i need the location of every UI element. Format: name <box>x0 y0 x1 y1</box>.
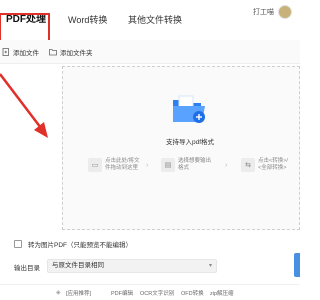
step-convert-text: 点击<转换>/ <全部转换> <box>258 158 288 171</box>
avatar[interactable] <box>278 5 292 19</box>
footer-link-app-recommend[interactable]: [应用推荐] <box>66 289 91 297</box>
chevron-right-icon: › <box>225 162 228 169</box>
add-file-icon <box>2 48 9 56</box>
chevron-down-icon: ▾ <box>208 263 212 269</box>
dropzone-hint: 支持导入pdf格式 <box>165 139 215 146</box>
convert-icon: ⇆ <box>241 158 255 172</box>
tab-other-convert[interactable]: 其他文件转换 <box>128 0 182 40</box>
footer-link-ofd[interactable]: OFD转换 <box>181 289 204 297</box>
step-choose-format-text: 选择想要输出 格式 <box>178 158 212 171</box>
toolbar: 添加文件 添加文件夹 <box>0 40 300 64</box>
step-choose-format: ▤ 选择想要输出 格式 <box>161 158 211 184</box>
output-dir-value: 与原文件目录相同 <box>52 262 104 269</box>
add-folder-label: 添加文件夹 <box>60 50 93 57</box>
side-tab[interactable] <box>294 253 300 277</box>
footer-link-pdf-edit[interactable]: PDF编辑 <box>111 289 133 297</box>
add-file-button[interactable]: 添加文件 <box>2 46 39 58</box>
footer-link-ocr[interactable]: OCR文字识别 <box>140 289 174 297</box>
format-icon: ▤ <box>161 158 175 172</box>
output-dir-label: 输出目录 <box>14 265 40 272</box>
step-import: ▭ 点击此处/将文 件拖动到这里 <box>88 158 140 184</box>
add-folder-icon <box>49 49 57 56</box>
tab-word-convert[interactable]: Word转换 <box>68 0 107 40</box>
user-name: 打工喵 <box>253 9 274 16</box>
add-file-label: 添加文件 <box>13 50 39 57</box>
drop-zone[interactable] <box>62 66 300 230</box>
to-image-pdf-option[interactable]: 转为图片PDF（只能预览不能编辑） <box>14 239 132 249</box>
footer: ◈ [应用推荐] PDF编辑 OCR文字识别 OFD转换 zip解压缩 <box>0 284 300 300</box>
red-arrow-icon <box>0 73 48 138</box>
user-info[interactable]: 打工喵 <box>253 4 292 20</box>
to-image-pdf-label: 转为图片PDF（只能预览不能编辑） <box>28 242 132 249</box>
step-import-text: 点击此处/将文 件拖动到这里 <box>105 158 140 171</box>
step-convert: ⇆ 点击<转换>/ <全部转换> <box>241 158 288 184</box>
app-recommend-icon: ◈ <box>56 290 61 296</box>
add-folder-button[interactable]: 添加文件夹 <box>49 46 93 58</box>
to-image-pdf-checkbox[interactable] <box>14 240 22 248</box>
folder-upload-icon <box>173 95 205 123</box>
output-dir-select[interactable]: 与原文件目录相同 ▾ <box>47 259 217 273</box>
footer-link-zip[interactable]: zip解压缩 <box>210 289 234 297</box>
chevron-right-icon: › <box>146 162 149 169</box>
file-icon: ▭ <box>88 158 102 172</box>
